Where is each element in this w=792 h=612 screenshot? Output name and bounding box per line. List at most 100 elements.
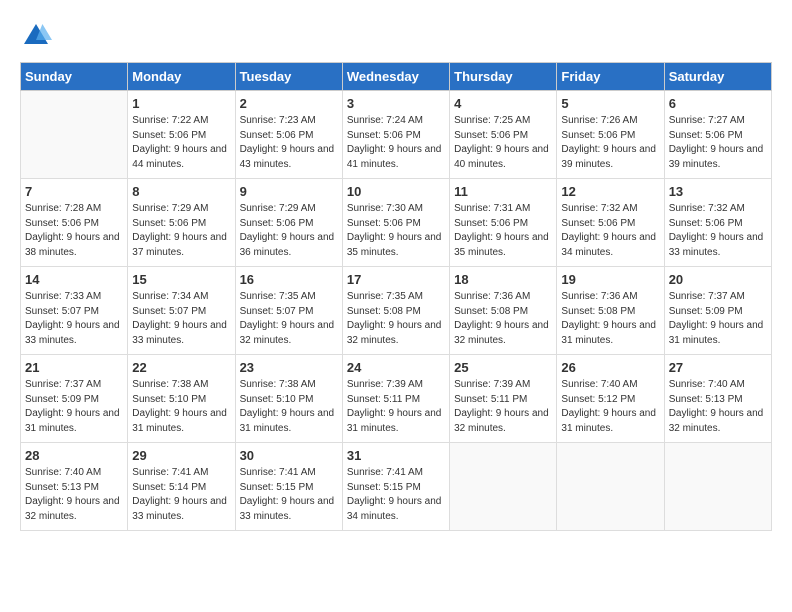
calendar-week-row: 28Sunrise: 7:40 AM Sunset: 5:13 PM Dayli…: [21, 443, 772, 531]
weekday-header: Monday: [128, 63, 235, 91]
calendar-cell: 9 Sunrise: 7:29 AM Sunset: 5:06 PM Daylig…: [235, 179, 342, 267]
day-number: 11: [454, 184, 552, 199]
day-number: 1: [132, 96, 230, 111]
day-number: 5: [561, 96, 659, 111]
day-number: 12: [561, 184, 659, 199]
day-info: Sunrise: 7:41 AM Sunset: 5:15 PM Dayligh…: [240, 466, 338, 524]
calendar-week-row: 1Sunrise: 7:22 AM Sunset: 5:06 PM Daylig…: [21, 91, 772, 179]
day-number: 19: [561, 272, 659, 287]
calendar-cell: 18 Sunrise: 7:36 AM Sunset: 5:08 PM Dayli…: [450, 267, 557, 355]
day-number: 30: [240, 448, 338, 463]
calendar-cell: 23Sunrise: 7:38 AM Sunset: 5:10 PM Dayli…: [235, 355, 342, 443]
day-info: Sunrise: 7:31 AM Sunset: 5:06 PM Dayligh…: [454, 202, 552, 260]
calendar-cell: 12 Sunrise: 7:32 AM Sunset: 5:06 PM Dayli…: [557, 179, 664, 267]
day-number: 24: [347, 360, 445, 375]
weekday-header: Friday: [557, 63, 664, 91]
calendar-cell: 22 Sunrise: 7:38 AM Sunset: 5:10 PM Dayli…: [128, 355, 235, 443]
calendar-cell: 20 Sunrise: 7:37 AM Sunset: 5:09 PM Dayli…: [664, 267, 771, 355]
day-info: Sunrise: 7:34 AM Sunset: 5:07 PM Dayligh…: [132, 290, 230, 348]
weekday-header: Thursday: [450, 63, 557, 91]
calendar-cell: [21, 91, 128, 179]
day-number: 2: [240, 96, 338, 111]
calendar-cell: 19 Sunrise: 7:36 AM Sunset: 5:08 PM Dayli…: [557, 267, 664, 355]
calendar-cell: 4 Sunrise: 7:25 AM Sunset: 5:06 PM Daylig…: [450, 91, 557, 179]
calendar-cell: [664, 443, 771, 531]
day-info: Sunrise: 7:40 AM Sunset: 5:12 PM Dayligh…: [561, 378, 659, 436]
day-number: 9: [240, 184, 338, 199]
day-number: 20: [669, 272, 767, 287]
calendar-cell: 1Sunrise: 7:22 AM Sunset: 5:06 PM Daylig…: [128, 91, 235, 179]
day-number: 29: [132, 448, 230, 463]
day-info: Sunrise: 7:24 AM Sunset: 5:06 PM Dayligh…: [347, 114, 445, 172]
calendar-cell: 27 Sunrise: 7:40 AM Sunset: 5:13 PM Dayli…: [664, 355, 771, 443]
calendar-table: SundayMondayTuesdayWednesdayThursdayFrid…: [20, 62, 772, 531]
weekday-header: Sunday: [21, 63, 128, 91]
day-number: 28: [25, 448, 123, 463]
calendar-cell: 16 Sunrise: 7:35 AM Sunset: 5:07 PM Dayli…: [235, 267, 342, 355]
day-info: Sunrise: 7:36 AM Sunset: 5:08 PM Dayligh…: [454, 290, 552, 348]
calendar-cell: 29 Sunrise: 7:41 AM Sunset: 5:14 PM Dayli…: [128, 443, 235, 531]
calendar-cell: [557, 443, 664, 531]
day-number: 4: [454, 96, 552, 111]
calendar-cell: 14Sunrise: 7:33 AM Sunset: 5:07 PM Dayli…: [21, 267, 128, 355]
calendar-cell: 7 Sunrise: 7:28 AM Sunset: 5:06 PM Daylig…: [21, 179, 128, 267]
calendar-cell: 30 Sunrise: 7:41 AM Sunset: 5:15 PM Dayli…: [235, 443, 342, 531]
logo: [20, 20, 58, 52]
calendar-week-row: 14Sunrise: 7:33 AM Sunset: 5:07 PM Dayli…: [21, 267, 772, 355]
day-info: Sunrise: 7:39 AM Sunset: 5:11 PM Dayligh…: [454, 378, 552, 436]
day-info: Sunrise: 7:28 AM Sunset: 5:06 PM Dayligh…: [25, 202, 123, 260]
day-number: 23: [240, 360, 338, 375]
day-info: Sunrise: 7:37 AM Sunset: 5:09 PM Dayligh…: [669, 290, 767, 348]
calendar-cell: 31 Sunrise: 7:41 AM Sunset: 5:15 PM Dayli…: [342, 443, 449, 531]
calendar-cell: 6 Sunrise: 7:27 AM Sunset: 5:06 PM Daylig…: [664, 91, 771, 179]
day-number: 17: [347, 272, 445, 287]
calendar-cell: 3 Sunrise: 7:24 AM Sunset: 5:06 PM Daylig…: [342, 91, 449, 179]
day-info: Sunrise: 7:36 AM Sunset: 5:08 PM Dayligh…: [561, 290, 659, 348]
calendar-cell: [450, 443, 557, 531]
calendar-cell: 17 Sunrise: 7:35 AM Sunset: 5:08 PM Dayli…: [342, 267, 449, 355]
weekday-header: Saturday: [664, 63, 771, 91]
weekday-header-row: SundayMondayTuesdayWednesdayThursdayFrid…: [21, 63, 772, 91]
day-number: 31: [347, 448, 445, 463]
day-info: Sunrise: 7:37 AM Sunset: 5:09 PM Dayligh…: [25, 378, 123, 436]
day-info: Sunrise: 7:25 AM Sunset: 5:06 PM Dayligh…: [454, 114, 552, 172]
day-info: Sunrise: 7:41 AM Sunset: 5:15 PM Dayligh…: [347, 466, 445, 524]
day-info: Sunrise: 7:29 AM Sunset: 5:06 PM Dayligh…: [132, 202, 230, 260]
day-info: Sunrise: 7:35 AM Sunset: 5:07 PM Dayligh…: [240, 290, 338, 348]
day-number: 16: [240, 272, 338, 287]
day-number: 21: [25, 360, 123, 375]
day-number: 7: [25, 184, 123, 199]
day-info: Sunrise: 7:40 AM Sunset: 5:13 PM Dayligh…: [669, 378, 767, 436]
day-number: 6: [669, 96, 767, 111]
page-header: [20, 20, 772, 52]
day-info: Sunrise: 7:41 AM Sunset: 5:14 PM Dayligh…: [132, 466, 230, 524]
day-number: 18: [454, 272, 552, 287]
calendar-cell: 15 Sunrise: 7:34 AM Sunset: 5:07 PM Dayli…: [128, 267, 235, 355]
calendar-cell: 13 Sunrise: 7:32 AM Sunset: 5:06 PM Dayli…: [664, 179, 771, 267]
calendar-cell: 26Sunrise: 7:40 AM Sunset: 5:12 PM Dayli…: [557, 355, 664, 443]
day-info: Sunrise: 7:29 AM Sunset: 5:06 PM Dayligh…: [240, 202, 338, 260]
logo-icon: [20, 20, 52, 52]
day-number: 13: [669, 184, 767, 199]
day-info: Sunrise: 7:35 AM Sunset: 5:08 PM Dayligh…: [347, 290, 445, 348]
day-number: 22: [132, 360, 230, 375]
day-info: Sunrise: 7:33 AM Sunset: 5:07 PM Dayligh…: [25, 290, 123, 348]
day-number: 27: [669, 360, 767, 375]
weekday-header: Tuesday: [235, 63, 342, 91]
day-info: Sunrise: 7:27 AM Sunset: 5:06 PM Dayligh…: [669, 114, 767, 172]
day-info: Sunrise: 7:32 AM Sunset: 5:06 PM Dayligh…: [561, 202, 659, 260]
day-info: Sunrise: 7:26 AM Sunset: 5:06 PM Dayligh…: [561, 114, 659, 172]
day-info: Sunrise: 7:32 AM Sunset: 5:06 PM Dayligh…: [669, 202, 767, 260]
day-number: 3: [347, 96, 445, 111]
calendar-cell: 10Sunrise: 7:30 AM Sunset: 5:06 PM Dayli…: [342, 179, 449, 267]
day-number: 8: [132, 184, 230, 199]
calendar-cell: 25 Sunrise: 7:39 AM Sunset: 5:11 PM Dayli…: [450, 355, 557, 443]
day-number: 15: [132, 272, 230, 287]
calendar-cell: 11 Sunrise: 7:31 AM Sunset: 5:06 PM Dayli…: [450, 179, 557, 267]
day-info: Sunrise: 7:23 AM Sunset: 5:06 PM Dayligh…: [240, 114, 338, 172]
day-number: 25: [454, 360, 552, 375]
day-info: Sunrise: 7:38 AM Sunset: 5:10 PM Dayligh…: [132, 378, 230, 436]
day-number: 10: [347, 184, 445, 199]
weekday-header: Wednesday: [342, 63, 449, 91]
calendar-cell: 8 Sunrise: 7:29 AM Sunset: 5:06 PM Daylig…: [128, 179, 235, 267]
